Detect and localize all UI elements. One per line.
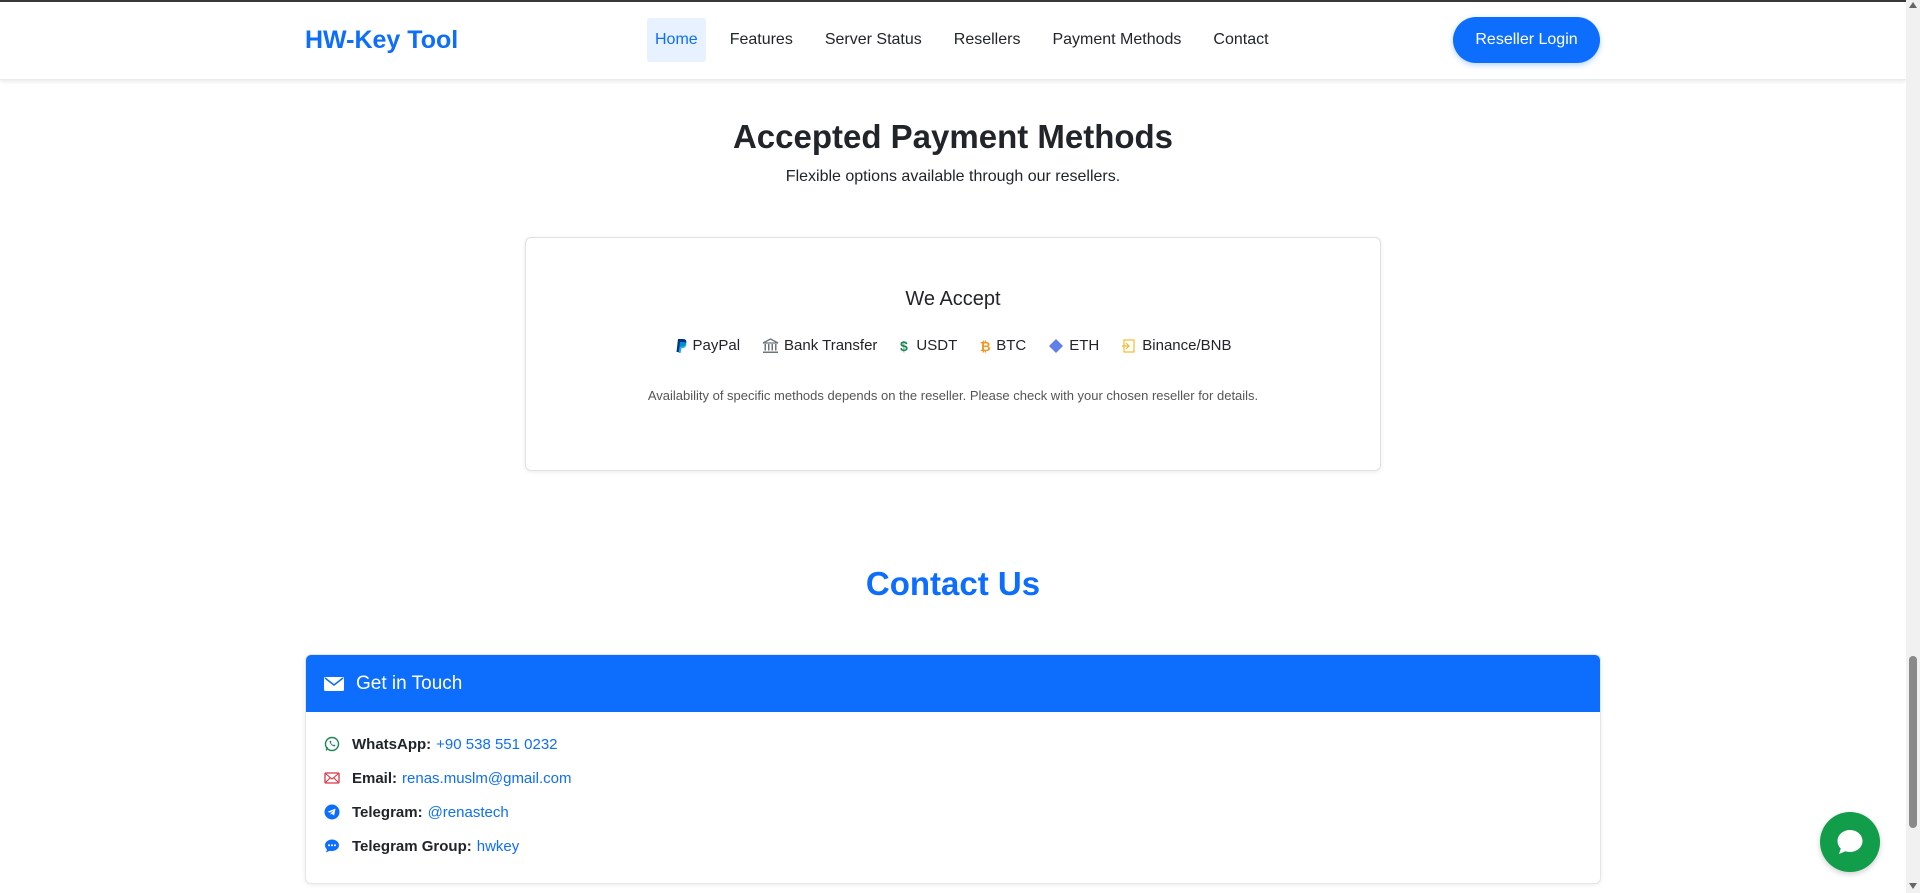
payment-method-binance: Binance/BNB xyxy=(1121,337,1231,354)
scroll-up-arrow-icon[interactable] xyxy=(1909,2,1917,8)
chat-dots-icon xyxy=(325,839,339,853)
email-link[interactable]: renas.muslm@gmail.com xyxy=(402,770,571,787)
payment-availability-note: Availability of specific methods depends… xyxy=(647,388,1259,403)
payment-method-paypal: PayPal xyxy=(675,337,741,354)
telegram-icon xyxy=(324,804,340,820)
contact-label: WhatsApp: xyxy=(352,735,432,753)
contact-row-email: Email: renas.muslm@gmail.com xyxy=(324,761,1600,795)
payment-method-label: BTC xyxy=(996,337,1027,354)
contact-card-header: Get in Touch xyxy=(306,655,1600,712)
paypal-icon xyxy=(676,338,686,353)
contact-row-whatsapp: WhatsApp: +90 538 551 0232 xyxy=(324,727,1600,761)
payment-methods-list: PayPal Bank Transfer $ USDT ₿ BTC ETH Bi… xyxy=(526,337,1380,354)
nav-item-features[interactable]: Features xyxy=(722,18,801,62)
payment-method-label: USDT xyxy=(916,337,958,354)
payment-section-title: Accepted Payment Methods xyxy=(732,118,1174,155)
payment-method-label: PayPal xyxy=(692,337,741,354)
contact-card: Get in Touch WhatsApp: +90 538 551 0232 … xyxy=(305,654,1601,884)
page-scrollbar[interactable] xyxy=(1906,0,1920,893)
whatsapp-icon xyxy=(324,736,340,752)
navbar: HW-Key Tool Home Features Server Status … xyxy=(0,2,1906,80)
telegram-link[interactable]: @renastech xyxy=(428,804,509,821)
ethereum-icon xyxy=(1049,338,1064,353)
payment-method-eth: ETH xyxy=(1048,337,1099,354)
contact-label: Telegram Group: xyxy=(352,837,472,855)
nav-item-server-status[interactable]: Server Status xyxy=(817,18,930,62)
payment-card-title: We Accept xyxy=(905,288,1001,310)
scrollbar-thumb[interactable] xyxy=(1909,656,1917,828)
contact-label: Telegram: xyxy=(352,803,423,821)
payment-method-label: ETH xyxy=(1069,337,1100,354)
nav-menu: Home Features Server Status Resellers Pa… xyxy=(647,18,1293,62)
payment-method-label: Bank Transfer xyxy=(784,337,878,354)
payment-card: We Accept PayPal Bank Transfer $ USDT ₿ … xyxy=(525,237,1381,471)
payment-method-btc: ₿ BTC xyxy=(979,337,1026,354)
payment-section-subtitle: Flexible options available through our r… xyxy=(785,168,1121,185)
binance-icon xyxy=(1122,338,1135,353)
chat-bubble-icon xyxy=(1837,830,1863,854)
svg-text:$: $ xyxy=(900,338,908,354)
reseller-login-button[interactable]: Reseller Login xyxy=(1453,17,1600,63)
brand-logo[interactable]: HW-Key Tool xyxy=(305,26,458,55)
envelope-fill-icon xyxy=(324,676,344,691)
nav-item-payment-methods[interactable]: Payment Methods xyxy=(1044,18,1189,62)
telegram-group-link[interactable]: hwkey xyxy=(477,838,520,855)
contact-list: WhatsApp: +90 538 551 0232 Email: renas.… xyxy=(306,712,1600,863)
envelope-icon xyxy=(324,772,340,784)
nav-item-contact[interactable]: Contact xyxy=(1205,18,1276,62)
scroll-down-arrow-icon[interactable] xyxy=(1909,883,1917,889)
contact-row-telegram: Telegram: @renastech xyxy=(324,795,1600,829)
contact-row-telegram-group: Telegram Group: hwkey xyxy=(324,829,1600,863)
contact-label: Email: xyxy=(352,769,398,787)
contact-section-title: Contact Us xyxy=(865,565,1041,602)
payment-method-usdt: $ USDT xyxy=(899,337,957,354)
bitcoin-icon: ₿ xyxy=(980,340,991,354)
nav-item-home[interactable]: Home xyxy=(647,18,706,62)
payment-method-label: Binance/BNB xyxy=(1142,337,1232,354)
dollar-icon: $ xyxy=(900,338,908,354)
contact-card-title: Get in Touch xyxy=(356,672,463,694)
nav-item-resellers[interactable]: Resellers xyxy=(946,18,1029,62)
payment-method-bank-transfer: Bank Transfer xyxy=(762,337,877,354)
chat-widget-button[interactable] xyxy=(1820,812,1880,872)
bank-icon xyxy=(762,337,779,353)
svg-text:₿: ₿ xyxy=(980,340,991,354)
whatsapp-link[interactable]: +90 538 551 0232 xyxy=(436,736,557,753)
